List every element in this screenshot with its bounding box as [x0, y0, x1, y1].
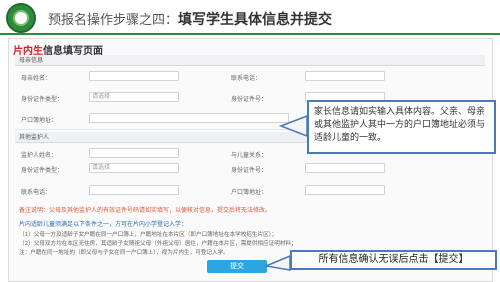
mother-idtype-select[interactable]: 请选择 — [89, 92, 179, 102]
school-logo-icon — [6, 3, 36, 33]
conditions-title: 片内适龄儿童须满足以下条件之一，方可在片内小学登记入学： — [19, 221, 188, 228]
header-title: 预报名操作步骤之四：填写学生具体信息并提交 — [48, 9, 332, 29]
guardian-phone-label: 联系电话： — [21, 189, 52, 196]
mother-phone-label: 联系电话： — [231, 75, 262, 82]
remark-tip: 备注说明：父母及其他监护人的有效证件号码请如实填写，以便核对信息，提交后将无法修… — [19, 207, 272, 214]
submit-callout: 所有信息确认无误后点击【提交】 — [290, 250, 497, 270]
guardian-idno-input[interactable] — [305, 163, 385, 173]
guardian-hukou-label: 户口簿地址： — [231, 189, 268, 196]
guardian-phone-input[interactable] — [89, 185, 179, 195]
condition-line-1: （1）父母一方及适龄子女户籍在同一户口簿上，户籍地址在本片区（即户口簿地址在本学… — [19, 232, 278, 238]
mother-hukou-input[interactable] — [89, 113, 289, 123]
submit-button[interactable]: 提交 — [207, 260, 267, 273]
guardian-name-label: 监护人姓名： — [21, 152, 58, 159]
guardian-idtype-select[interactable]: 请选择 — [89, 163, 179, 173]
parent-info-callout: 家长信息请如实输入具体内容。父亲、母亲或其他监护人其中一方的户口簿地址必须与适龄… — [307, 100, 496, 154]
form-screenshot: 片内生信息填写页面 母亲信息 母亲姓名： 联系电话： 身份证件类型： 请选择 身… — [8, 38, 493, 282]
mother-section-heading: 母亲信息 — [15, 55, 485, 66]
guardian-idno-label: 身份证件号： — [231, 167, 268, 174]
mother-name-label: 母亲姓名： — [21, 75, 52, 82]
mother-idtype-label: 身份证件类型： — [21, 96, 64, 103]
mother-phone-input[interactable] — [305, 71, 385, 81]
guardian-idtype-label: 身份证件类型： — [21, 167, 64, 174]
condition-line-2: （2）父母双方均在本区无住房，其适龄子女随祖父母（外祖父母）居住，户籍在本片区，… — [19, 241, 297, 247]
guardian-relation-label: 与儿童关系： — [231, 152, 268, 159]
header-divider — [0, 33, 500, 35]
mother-idno-label: 身份证件号： — [231, 96, 268, 103]
mother-name-input[interactable] — [89, 71, 179, 81]
mother-hukou-label: 户口簿地址： — [21, 117, 58, 124]
header-title-prefix: 预报名操作步骤之四： — [48, 13, 179, 28]
condition-line-3: 注：户籍在同一地址的（即父母与子女在同一户口簿上），视为片内生，可登记入学。 — [19, 250, 229, 256]
guardian-name-input[interactable] — [89, 148, 179, 158]
guardian-hukou-input[interactable] — [305, 185, 385, 195]
header-title-main: 填写学生具体信息并提交 — [178, 12, 333, 28]
page-header: 预报名操作步骤之四：填写学生具体信息并提交 — [0, 0, 500, 36]
